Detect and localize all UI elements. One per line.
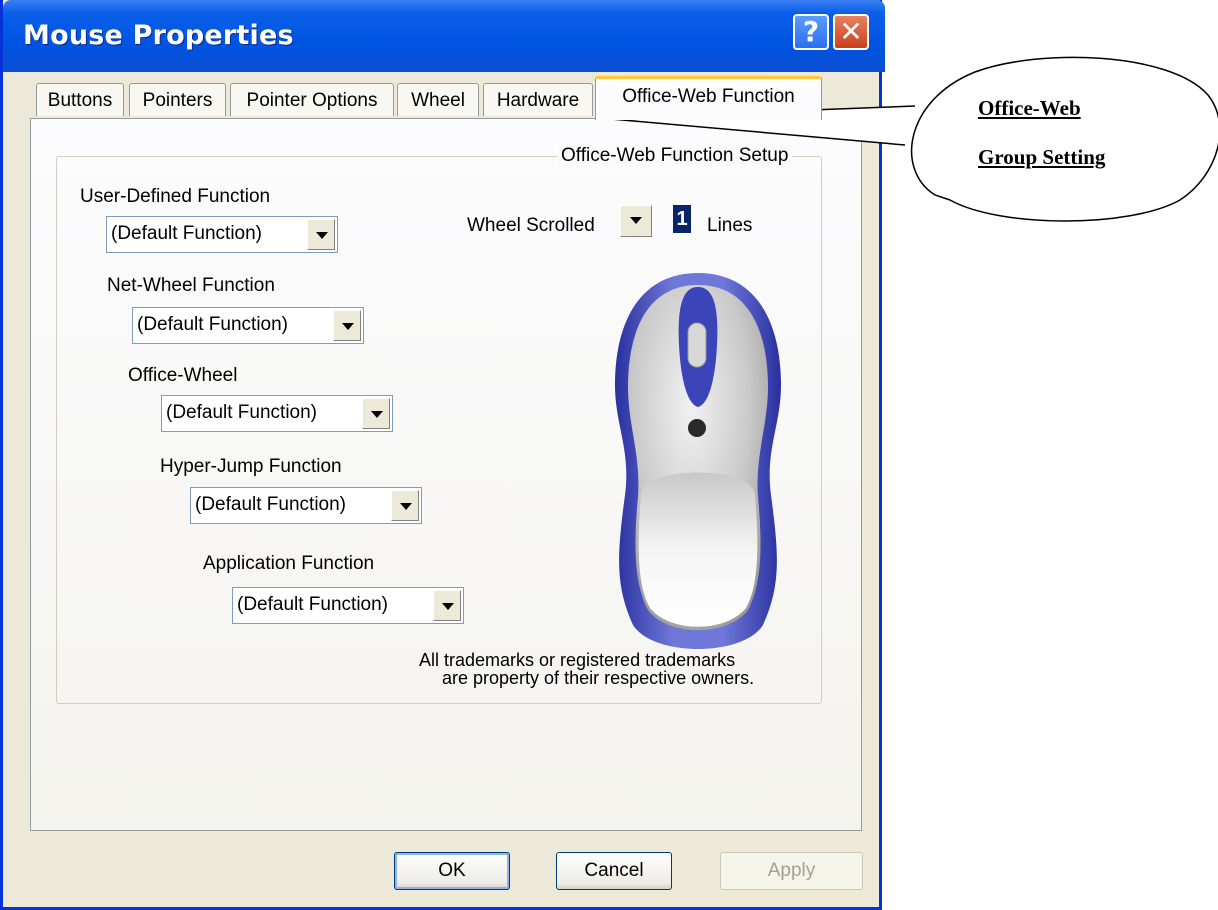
tab-office-web-function[interactable]: Office-Web Function [595,76,822,120]
callout-line-1: Office-Web [978,96,1081,120]
callout-bubble [599,56,1218,222]
callout-line-2: Group Setting [978,145,1106,169]
